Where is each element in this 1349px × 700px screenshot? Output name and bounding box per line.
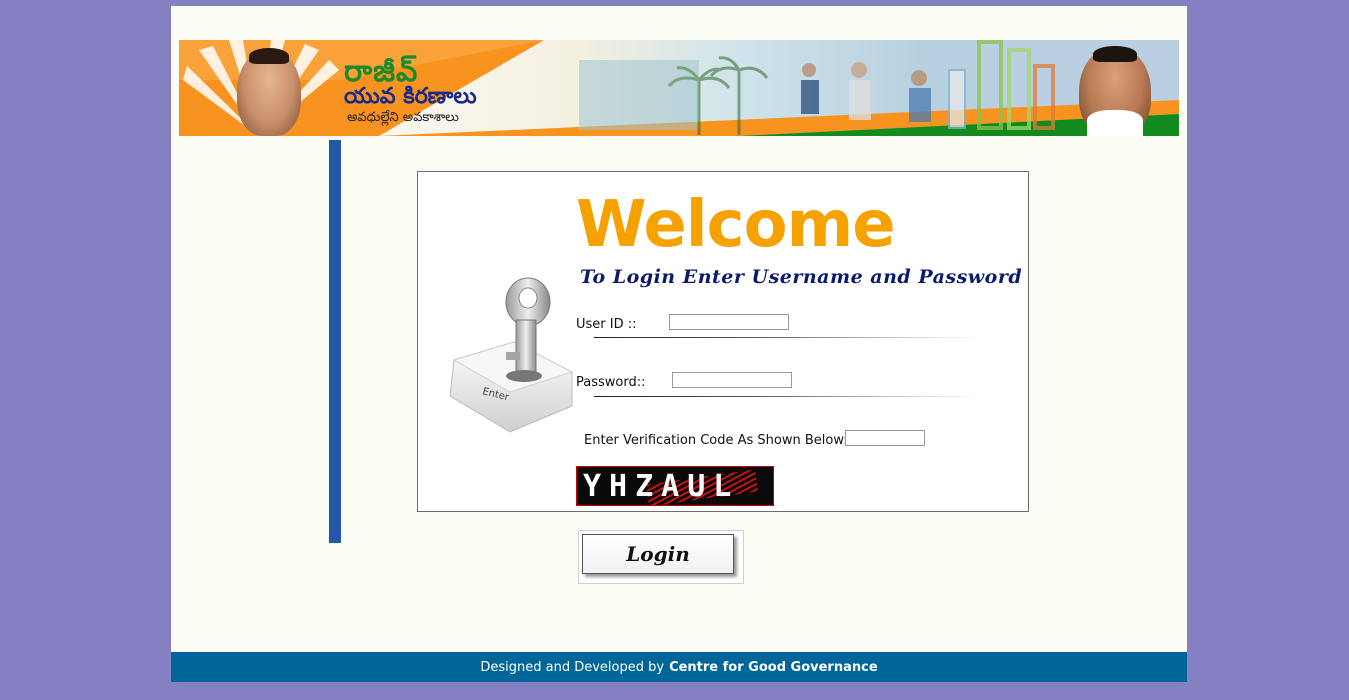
right-portrait [1079,46,1151,136]
key-icon: Enter [449,277,574,433]
login-form-box: Enter Welcome To Login Enter Username an… [417,171,1029,512]
password-input[interactable] [672,372,792,388]
password-divider [594,396,984,397]
left-portrait [237,48,301,136]
captcha-text: YHZAUL [583,469,740,504]
welcome-heading: Welcome [576,188,896,262]
login-button-frame: Login [578,530,744,584]
banner-graphic [179,40,1179,136]
verification-code-input[interactable] [845,430,925,446]
login-instructions: To Login Enter Username and Password [580,266,1023,288]
captcha-image: YHZAUL [576,466,774,506]
user-id-divider [594,337,984,338]
banner-tagline: అవధుల్లేని అవకాశాలు [347,110,459,125]
user-id-label: User ID :: [576,317,637,332]
page-container: రాజీవ్ యువ కిరణాలు అవధుల్లేని అవకాశాలు E… [171,6,1187,682]
footer-org: Centre for Good Governance [669,659,878,675]
header-banner: రాజీవ్ యువ కిరణాలు అవధుల్లేని అవకాశాలు [179,40,1179,136]
user-id-input[interactable] [669,314,789,330]
verification-label: Enter Verification Code As Shown Below: [584,433,848,448]
password-label: Password:: [576,375,646,390]
login-button[interactable]: Login [582,534,734,574]
footer: Designed and Developed by Centre for Goo… [171,652,1187,682]
footer-prefix: Designed and Developed by [480,659,665,675]
